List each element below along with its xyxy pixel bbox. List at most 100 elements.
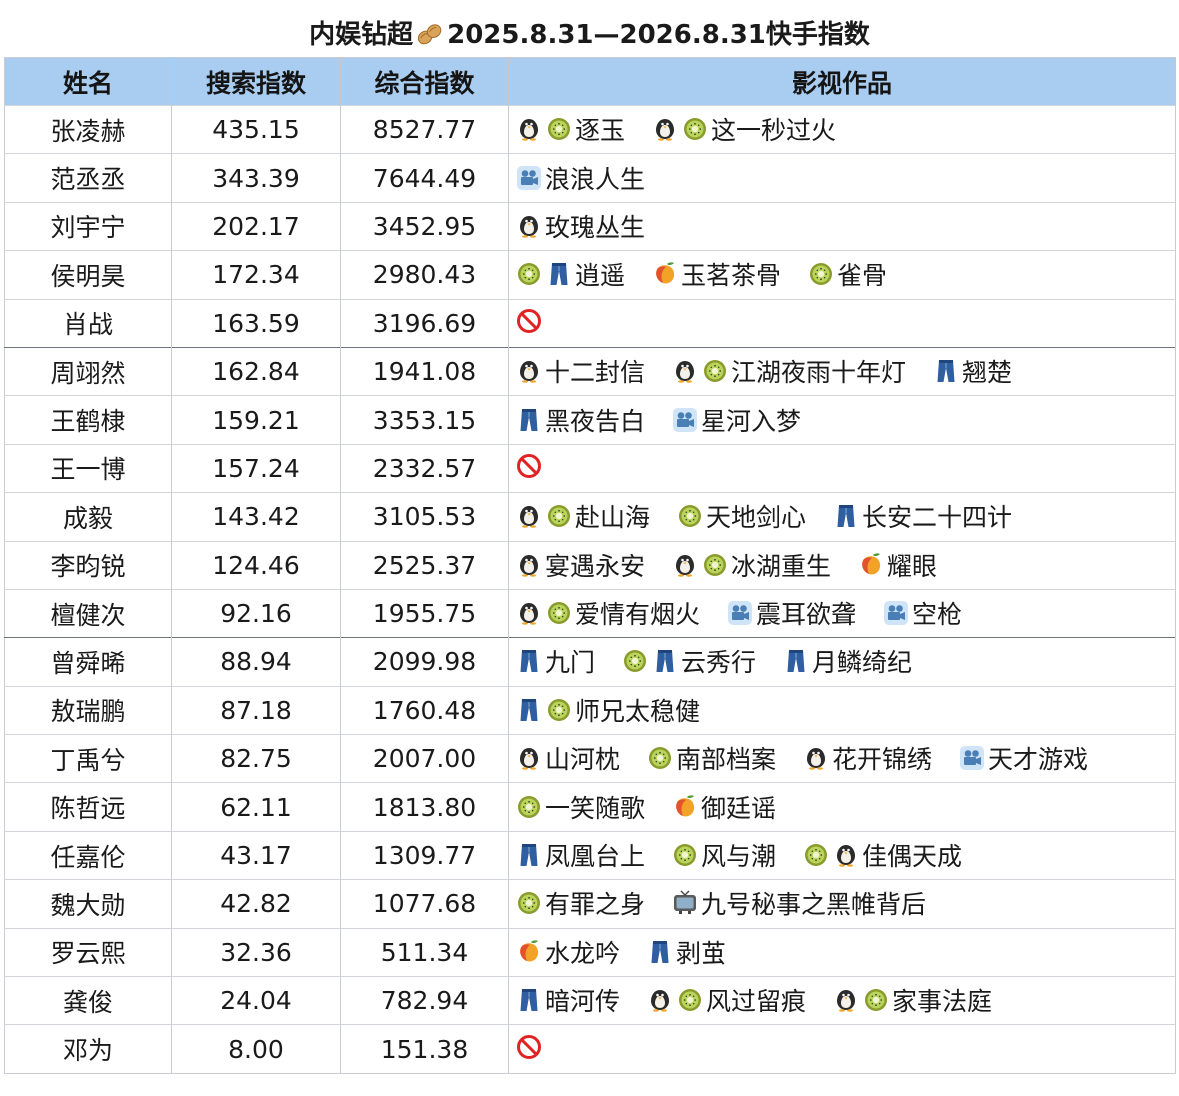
cell-search-index: 157.24 <box>171 443 341 493</box>
penguin-icon <box>832 986 860 1014</box>
table-row: 周翊然 162.84 1941.08 十二封信 江湖夜雨十年灯 翘楚 <box>4 346 1176 396</box>
table-row: 李昀锐 124.46 2525.37 宴遇永安 冰湖重生 耀眼 <box>4 540 1176 590</box>
cell-overall-index: 2525.37 <box>340 540 509 590</box>
cell-works: 暗河传 风过留痕 家事法庭 <box>508 976 1176 1025</box>
table-row: 敖瑞鹏 87.18 1760.48 师兄太稳健 <box>4 685 1176 735</box>
cell-name: 魏大勋 <box>4 879 172 929</box>
header-search-index: 搜索指数 <box>171 57 341 106</box>
kiwi-icon <box>621 647 649 675</box>
work-item: 凤凰台上 <box>515 837 645 873</box>
prohibited-icon <box>515 1033 543 1061</box>
work-item: 江湖夜雨十年灯 <box>671 353 906 389</box>
work-item: 黑夜告白 <box>515 402 645 438</box>
cell-name: 丁禹兮 <box>4 734 172 783</box>
cell-works: 玫瑰丛生 <box>508 201 1176 251</box>
movie-camera-icon <box>515 164 543 192</box>
work-title: 九号秘事之黑帷背后 <box>701 890 927 920</box>
cell-name: 李昀锐 <box>4 540 172 590</box>
work-title: 风与潮 <box>701 842 777 872</box>
cell-name: 张凌赫 <box>4 104 172 154</box>
jeans-icon <box>782 647 810 675</box>
cell-overall-index: 1955.75 <box>340 588 509 638</box>
kiwi-icon <box>807 260 835 288</box>
table-row: 肖战 163.59 3196.69 <box>4 298 1176 348</box>
cell-search-index: 8.00 <box>171 1024 341 1074</box>
jeans-icon <box>515 696 543 724</box>
work-item: 九门 <box>515 643 595 679</box>
ranking-table: 姓名 搜索指数 综合指数 影视作品 张凌赫 435.15 8527.77 逐玉 这一秒过… <box>4 57 1176 1074</box>
cell-overall-index: 511.34 <box>340 927 509 977</box>
cell-overall-index: 1941.08 <box>340 346 509 396</box>
jeans-icon <box>832 502 860 530</box>
work-item: 十二封信 <box>515 353 645 389</box>
work-item: 天才游戏 <box>958 740 1088 776</box>
cell-works <box>508 298 1176 348</box>
penguin-icon <box>515 212 543 240</box>
mango-icon <box>515 938 543 966</box>
kiwi-icon <box>802 841 830 869</box>
table-row: 任嘉伦 43.17 1309.77 凤凰台上 风与潮 佳偶天成 <box>4 830 1176 880</box>
cell-search-index: 343.39 <box>171 153 341 203</box>
cell-works: 赴山海 天地剑心 长安二十四计 <box>508 492 1176 542</box>
work-item: 一笑随歌 <box>515 789 645 825</box>
work-title: 长安二十四计 <box>862 503 1013 533</box>
kiwi-icon <box>545 599 573 627</box>
work-item: 南部档案 <box>646 740 776 776</box>
cell-overall-index: 3196.69 <box>340 298 509 348</box>
page-title: 内娱钻超 2025.8.31—2026.8.31快手指数 <box>0 14 1179 51</box>
work-title: 翘楚 <box>962 358 1013 388</box>
kiwi-icon <box>676 986 704 1014</box>
work-item: 暗河传 <box>515 982 620 1018</box>
work-title: 月鳞绮纪 <box>812 648 913 678</box>
table-row: 范丞丞 343.39 7644.49 浪浪人生 <box>4 153 1176 203</box>
cell-overall-index: 3105.53 <box>340 492 509 542</box>
cell-overall-index: 3452.95 <box>340 201 509 251</box>
table-row: 王鹤棣 159.21 3353.15 黑夜告白 星河入梦 <box>4 395 1176 445</box>
cell-works: 一笑随歌 御廷谣 <box>508 782 1176 832</box>
jeans-icon <box>646 938 674 966</box>
header-overall-index: 综合指数 <box>340 57 509 106</box>
work-item: 逍遥 <box>515 256 625 292</box>
cell-overall-index: 1760.48 <box>340 685 509 735</box>
television-icon <box>671 889 699 917</box>
table-row: 罗云熙 32.36 511.34 水龙吟 剥茧 <box>4 927 1176 977</box>
work-item: 玫瑰丛生 <box>515 208 645 244</box>
work-item: 翘楚 <box>932 353 1012 389</box>
work-item: 佳偶天成 <box>802 837 962 873</box>
work-item: 长安二十四计 <box>832 498 1012 534</box>
work-title: 水龙吟 <box>545 938 621 968</box>
work-title: 山河枕 <box>545 745 621 775</box>
kiwi-icon <box>701 357 729 385</box>
cell-works <box>508 1024 1176 1074</box>
kiwi-icon <box>681 115 709 143</box>
cell-overall-index: 2980.43 <box>340 250 509 300</box>
work-title: 逐玉 <box>575 116 626 146</box>
work-item: 御廷谣 <box>671 789 776 825</box>
work-item: 震耳欲聋 <box>726 595 856 631</box>
work-title: 佳偶天成 <box>862 842 963 872</box>
cell-name: 刘宇宁 <box>4 201 172 251</box>
cell-overall-index: 8527.77 <box>340 104 509 154</box>
cell-works: 爱情有烟火 震耳欲聋 空枪 <box>508 588 1176 638</box>
kiwi-icon <box>545 115 573 143</box>
work-title: 耀眼 <box>887 551 938 581</box>
cell-search-index: 24.04 <box>171 976 341 1025</box>
cell-works: 师兄太稳健 <box>508 685 1176 735</box>
table-row: 侯明昊 172.34 2980.43 逍遥 玉茗茶骨 雀骨 <box>4 250 1176 300</box>
work-item: 月鳞绮纪 <box>782 643 912 679</box>
work-item: 云秀行 <box>621 643 756 679</box>
movie-camera-icon <box>882 599 910 627</box>
work-item: 天地剑心 <box>676 498 806 534</box>
cell-overall-index: 151.38 <box>340 1024 509 1074</box>
penguin-icon <box>515 357 543 385</box>
work-item: 浪浪人生 <box>515 160 645 196</box>
cell-name: 侯明昊 <box>4 250 172 300</box>
work-item: 山河枕 <box>515 740 620 776</box>
penguin-icon <box>515 551 543 579</box>
kiwi-icon <box>676 502 704 530</box>
cell-works: 水龙吟 剥茧 <box>508 927 1176 977</box>
prohibited-icon <box>515 452 543 480</box>
work-item: 九号秘事之黑帷背后 <box>671 885 926 921</box>
penguin-icon <box>671 357 699 385</box>
work-title: 风过留痕 <box>706 987 807 1017</box>
